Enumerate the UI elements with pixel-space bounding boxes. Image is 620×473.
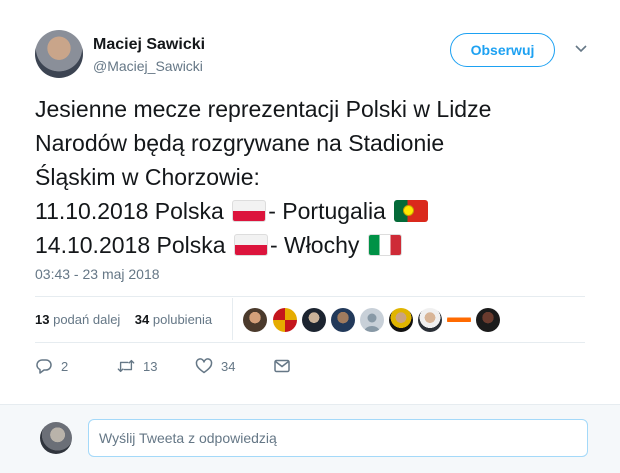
tweet-line-1: Jesienne mecze reprezentacji Polski w Li… [35, 96, 492, 122]
tweet-line-2: Narodów będą rozgrywane na Stadionie [35, 130, 445, 156]
retweet-count: 13 [143, 358, 158, 374]
mail-icon [274, 359, 290, 373]
like-button[interactable]: 34 [195, 357, 235, 375]
tweet-line-5: 14.10.2018 Polska - Włochy [35, 228, 595, 262]
heart-icon [195, 358, 213, 374]
reply-bar: Wyślij Tweeta z odpowiedzią [0, 404, 620, 473]
poland-flag-icon [233, 233, 268, 256]
match-1-opponent: - Portugalia [268, 198, 386, 224]
liker-avatar[interactable] [273, 308, 297, 332]
current-user-avatar[interactable] [40, 422, 72, 454]
match-2-opponent: - Włochy [269, 232, 360, 258]
reply-icon [36, 359, 52, 374]
reply-count: 2 [61, 358, 69, 374]
chevron-down-icon[interactable] [573, 40, 589, 56]
divider [35, 296, 585, 297]
liker-avatar[interactable] [418, 308, 442, 332]
liker-avatar[interactable] [243, 308, 267, 332]
tweet-line-4: 11.10.2018 Polska - Portugalia [35, 194, 595, 228]
divider [35, 342, 585, 343]
liker-avatar[interactable] [476, 308, 500, 332]
match-2-date-team: 14.10.2018 Polska [35, 232, 226, 258]
poland-flag-icon [232, 199, 267, 222]
likes-count[interactable]: 34 [135, 312, 149, 327]
match-1-date-team: 11.10.2018 Polska [35, 198, 224, 224]
liker-avatar[interactable] [331, 308, 355, 332]
retweets-label[interactable]: podań dalej [53, 312, 120, 327]
liker-avatar[interactable] [302, 308, 326, 332]
likes-label[interactable]: polubienia [153, 312, 212, 327]
default-avatar-icon[interactable] [360, 308, 384, 332]
portugal-flag-icon [394, 199, 429, 222]
tweet-line-3: Śląskim w Chorzowie: [35, 164, 260, 190]
retweets-count[interactable]: 13 [35, 312, 49, 327]
retweet-icon [117, 359, 135, 373]
author-name[interactable]: Maciej Sawicki [93, 36, 205, 54]
liker-avatar[interactable] [447, 308, 471, 332]
tweet-timestamp[interactable]: 03:43 - 23 maj 2018 [35, 266, 160, 282]
reply-button[interactable]: 2 [35, 357, 68, 375]
direct-message-button[interactable] [273, 357, 291, 375]
tweet-text: Jesienne mecze reprezentacji Polski w Li… [35, 92, 595, 262]
liker-avatar[interactable] [389, 308, 413, 332]
like-count: 34 [221, 358, 236, 374]
retweet-button[interactable]: 13 [117, 357, 157, 375]
divider [232, 298, 233, 340]
italy-flag-icon [367, 233, 402, 256]
tweet-stats: 13 podań dalej 34 polubienia [35, 312, 212, 327]
follow-button[interactable]: Obserwuj [450, 33, 555, 67]
reply-input[interactable]: Wyślij Tweeta z odpowiedzią [88, 419, 588, 457]
author-avatar[interactable] [35, 30, 83, 78]
author-handle[interactable]: @Maciej_Sawicki [93, 58, 203, 74]
